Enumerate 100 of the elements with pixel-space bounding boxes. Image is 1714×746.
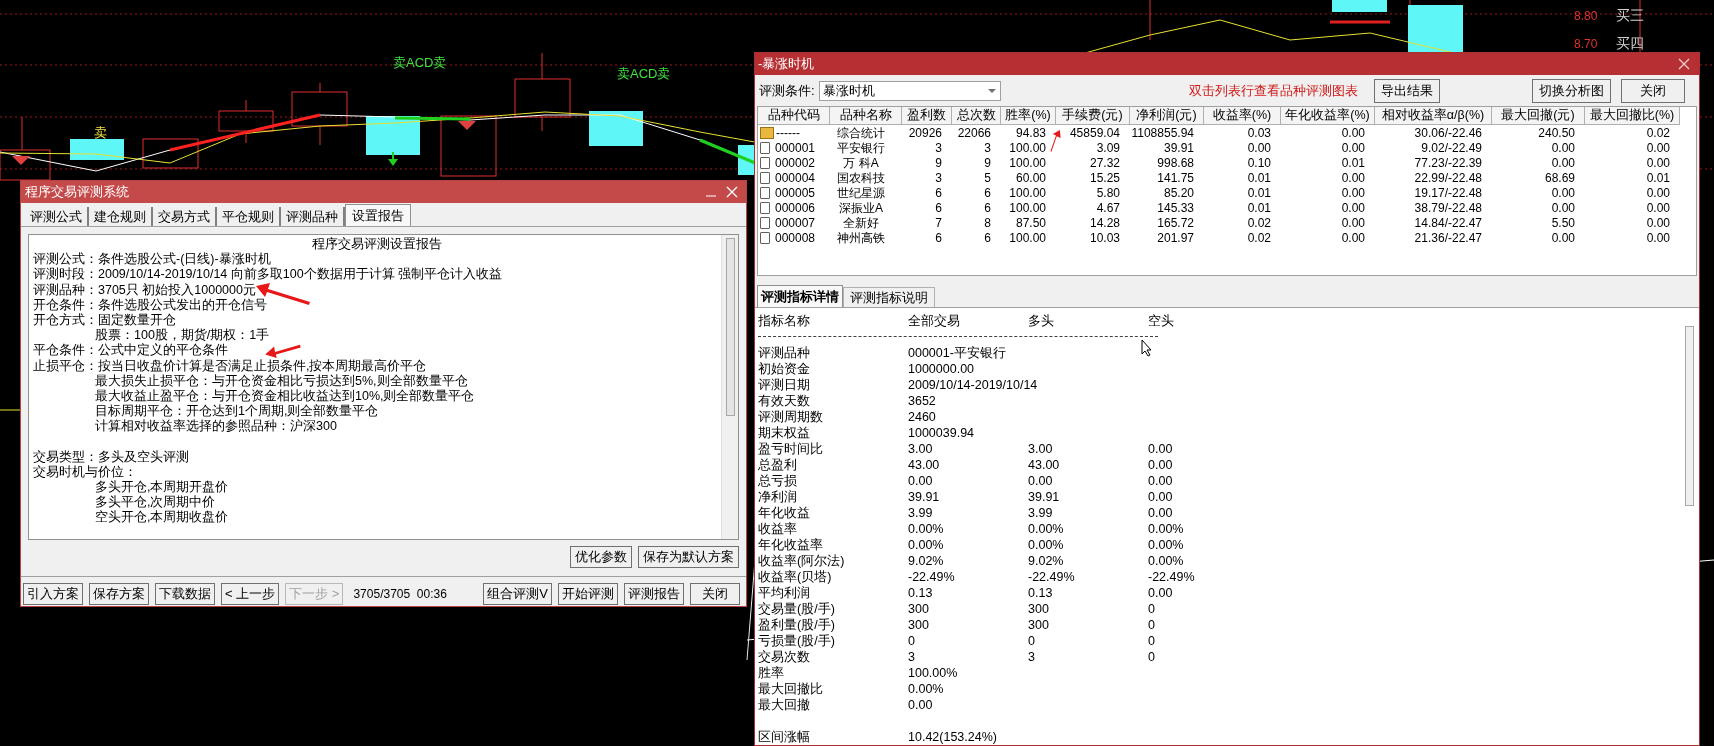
table-cell-text: 6 — [984, 229, 991, 247]
field-label: 评测条件: — [759, 81, 815, 100]
table-cell-text: 0.00 — [1341, 214, 1365, 232]
column-header[interactable]: 盈利数 — [902, 107, 952, 125]
tab[interactable]: 设置报告 — [345, 204, 411, 226]
candlestick — [1408, 5, 1463, 52]
column-header[interactable]: 品种名称 — [830, 107, 902, 125]
table-cell-text: 0.02 — [1247, 214, 1271, 232]
toolbar-button[interactable]: 组合评测V — [483, 583, 552, 605]
candlestick — [0, 116, 51, 181]
tab[interactable]: 评测指标说明 — [843, 287, 935, 307]
metric-value: 3.99 — [908, 505, 933, 521]
table-cell-text: 100.00 — [1009, 154, 1046, 172]
metric-value: 0 — [1148, 633, 1155, 649]
action-button[interactable]: 优化参数 — [570, 546, 632, 568]
column-header[interactable]: 最大回撤(元) — [1492, 107, 1585, 125]
table-cell-text: 3 — [935, 139, 942, 157]
report-line: 交易类型：多头及空头评测 — [33, 449, 189, 464]
report-line: 开仓方式：固定数量开仓 — [33, 313, 176, 327]
report-line: 开仓条件：条件选股公式发出的开仓信号 — [33, 297, 267, 312]
column-header: 全部交易 — [908, 313, 960, 329]
metric-name: 期末权益 — [758, 425, 810, 441]
toolbar-button[interactable]: 导出结果 — [1374, 78, 1440, 103]
table-cell-text: 7 — [935, 214, 942, 232]
metric-value: 0.00 — [1148, 505, 1173, 521]
table-cell-text: 6 — [935, 229, 942, 247]
table-cell-text: 30.06/-22.46 — [1414, 124, 1482, 142]
column-header[interactable]: 品种代码 — [758, 107, 830, 125]
table-cell-text: 21.36/-22.47 — [1414, 229, 1482, 247]
report-line: 评测公式：条件选股公式-(日线)-暴涨时机 — [33, 252, 271, 267]
toolbar-button[interactable]: 开始评测 — [558, 583, 618, 605]
metric-name: 交易量(股/手) — [758, 601, 835, 617]
column-header[interactable]: 胜率(%) — [1001, 107, 1056, 125]
toolbar-button[interactable]: 关闭 — [1621, 78, 1685, 103]
table-cell-text: 9 — [935, 154, 942, 172]
metric-value: 1000000.00 — [908, 361, 975, 377]
table-cell-text: 000005 — [775, 184, 816, 202]
column-header[interactable]: 手续费(元) — [1056, 107, 1130, 125]
column-header[interactable]: 总次数 — [952, 107, 1001, 125]
column-header[interactable]: 收益率(%) — [1204, 107, 1281, 125]
metric-value: 000001-平安银行 — [908, 345, 1006, 361]
toolbar-button[interactable]: 关闭 — [690, 583, 740, 605]
tab[interactable]: 评测公式 — [25, 207, 89, 226]
mouse-pointer-icon — [1141, 339, 1153, 357]
arrow-icon — [262, 343, 304, 359]
table-cell-text: 000008 — [775, 229, 816, 247]
action-button[interactable]: 保存为默认方案 — [638, 546, 739, 568]
document-icon — [760, 201, 770, 214]
table-cell-text: 68.69 — [1544, 169, 1575, 187]
table-cell-text: 45859.04 — [1069, 124, 1120, 142]
candlestick — [291, 82, 348, 146]
report-line: 最大损失止损平仓：与开仓资金相比亏损达到5%,则全部数量平仓 — [95, 373, 468, 388]
tab[interactable]: 建仓规则 — [89, 207, 153, 226]
document-icon — [760, 231, 770, 244]
table-cell-text: 85.20 — [1163, 184, 1194, 202]
table-cell-text: 1108855.94 — [1131, 124, 1194, 142]
column-header[interactable]: 相对收益率α/β(%) — [1375, 107, 1492, 125]
metric-value: 43.00 — [1028, 457, 1060, 473]
metric-value: 0.00% — [1028, 521, 1064, 537]
candlestick — [1332, 0, 1387, 12]
scrollbar-thumb[interactable] — [725, 238, 735, 416]
metric-name: 总盈利 — [758, 457, 797, 473]
condition-dropdown[interactable]: 暴涨时机 — [818, 80, 1001, 101]
table-cell-text: 0.00 — [1551, 154, 1575, 172]
trend-segment — [1330, 20, 1390, 24]
metric-name: 总亏损 — [758, 473, 797, 489]
toolbar-button[interactable]: 切换分析图 — [1532, 78, 1611, 103]
toolbar-button[interactable]: < 上一步 — [221, 583, 280, 605]
table-cell-text: 0.00 — [1551, 199, 1575, 217]
toolbar-button[interactable]: 评测报告 — [624, 583, 684, 605]
metric-name: 盈亏时间比 — [758, 441, 823, 457]
table-cell-text: 6 — [935, 199, 942, 217]
close-icon[interactable] — [1678, 58, 1690, 70]
column-header[interactable]: 净利润(元) — [1130, 107, 1204, 125]
window-title: 程序交易评测系统 — [25, 183, 129, 202]
toolbar-button[interactable]: 下载数据 — [155, 583, 215, 605]
table-cell-text: 9.02/-22.49 — [1421, 139, 1482, 157]
toolbar-button[interactable]: 保存方案 — [89, 583, 149, 605]
table-cell-text: 998.68 — [1157, 154, 1194, 172]
metric-value: 3652 — [908, 393, 936, 409]
candle-wick — [1149, 0, 1151, 41]
document-icon — [760, 216, 770, 229]
document-icon — [760, 141, 770, 154]
table-cell-text: 0.00 — [1646, 154, 1670, 172]
column-header[interactable]: 年化收益率(%) — [1281, 107, 1375, 125]
metric-value: 300 — [1028, 601, 1049, 617]
table-cell-text: 0.01 — [1247, 199, 1271, 217]
metric-value: 0 — [1148, 649, 1155, 665]
metric-value: -22.49% — [1028, 569, 1075, 585]
metric-value: 0.00 — [908, 697, 933, 713]
scrollbar-thumb[interactable] — [1684, 326, 1694, 506]
candlestick — [589, 111, 643, 146]
column-header[interactable]: 最大回撤比(%) — [1585, 107, 1680, 125]
tab[interactable]: 评测指标详情 — [757, 285, 843, 307]
tab[interactable]: 平仓规则 — [217, 207, 281, 226]
toolbar-button[interactable]: 引入方案 — [23, 583, 83, 605]
tab[interactable]: 交易方式 — [153, 207, 217, 226]
metric-value: 9.02% — [908, 553, 944, 569]
table-cell-text: 5 — [984, 169, 991, 187]
metric-value: 0.00% — [908, 681, 944, 697]
